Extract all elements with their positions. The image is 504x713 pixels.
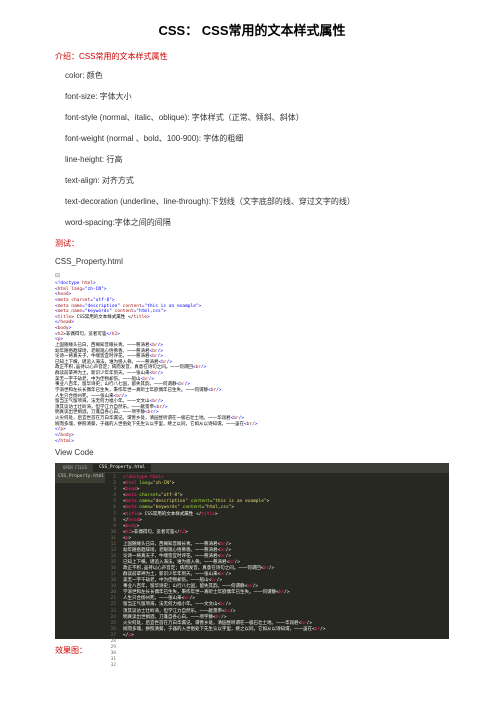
prop-line-height: line-height: 行高 [65,154,449,165]
prop-color: color: 颜色 [65,70,449,81]
prop-text-decoration: text-decoration (underline、line-through)… [65,196,449,207]
page-title: CSS： CSS常用的文本样式属性 [55,20,449,39]
view-code-link[interactable]: View Code [55,448,449,457]
code-block-light: <!doctype html><html lang="zh-CN"> <head… [55,281,449,444]
editor-gutter: 1234567891011121314151617181920212223242… [105,473,119,639]
prop-font-style: font-style (normal、italic、oblique): 字体样式… [65,112,449,123]
filename-label: CSS_Property.html [55,257,449,266]
code-toggle-icon[interactable]: ⊟ [55,272,449,279]
intro-heading: 介绍：CSS常用的文本样式属性 [55,51,449,62]
editor-tabbar: OPEN FILES CSS_Property.html [55,463,449,473]
prop-text-align: text-align: 对齐方式 [65,175,449,186]
prop-word-spacing: word-spacing:字体之间的间隔 [65,217,449,228]
editor-code-area: <!doctype html><html lang="zh-CN"> <head… [119,473,449,639]
prop-font-weight: font-weight (normal 、bold、100-900): 字体的粗… [65,133,449,144]
code-editor-dark: OPEN FILES CSS_Property.html CSS_Propert… [55,463,449,639]
property-list: color: 颜色 font-size: 字体大小 font-style (no… [65,70,449,228]
editor-sidebar-file[interactable]: CSS_Property.html [55,473,105,483]
prop-font-size: font-size: 字体大小 [65,91,449,102]
editor-tab[interactable]: CSS_Property.html [93,464,151,472]
open-files-label: OPEN FILES [59,463,91,472]
test-heading: 测试： [55,238,449,249]
